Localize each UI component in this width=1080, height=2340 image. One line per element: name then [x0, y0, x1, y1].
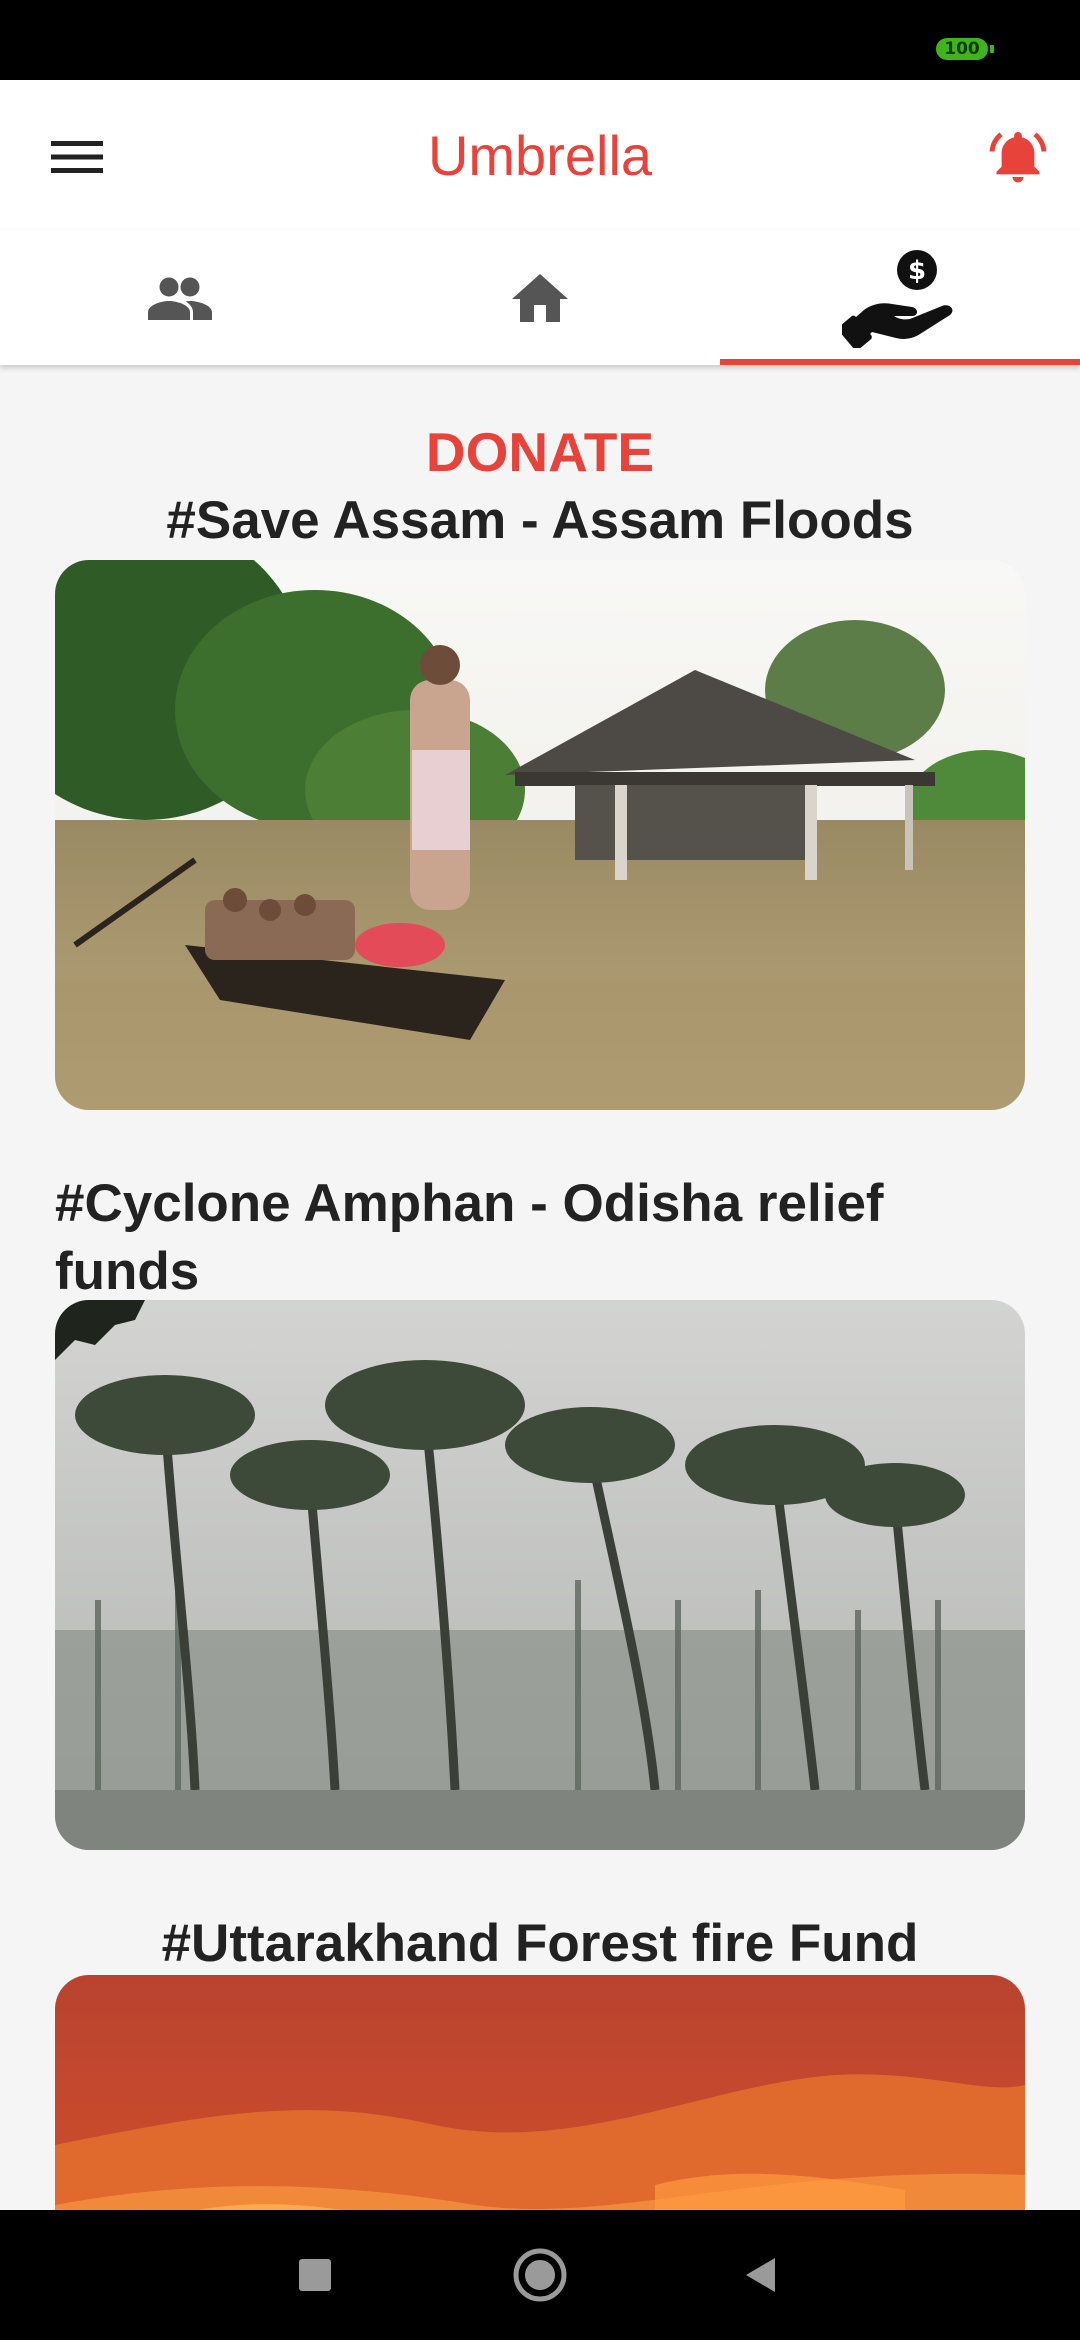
tab-people[interactable]	[0, 230, 360, 365]
fund-title[interactable]: #Uttarakhand Forest fire Fund	[0, 1910, 1080, 1978]
app-title: Umbrella	[427, 124, 653, 187]
page-heading: DONATE	[425, 421, 655, 483]
bell-alert-icon[interactable]	[978, 116, 1058, 196]
system-nav-bar	[0, 2210, 1080, 2340]
donate-feed[interactable]: DONATE #Save Assam - Assam Floods #Cyclo…	[0, 365, 1080, 2210]
fund-image[interactable]	[55, 560, 1025, 1110]
battery-indicator: 100	[936, 38, 994, 60]
svg-text:$: $	[908, 256, 926, 286]
triangle-back-icon[interactable]	[730, 2245, 790, 2305]
square-recents-icon[interactable]	[285, 2245, 345, 2305]
tab-donate[interactable]: $	[720, 230, 1080, 365]
fund-title[interactable]: #Cyclone Amphan - Odisha relief funds	[55, 1170, 995, 1306]
people-icon	[148, 277, 212, 320]
status-bar: 100	[0, 0, 1080, 80]
tab-bar: $	[0, 230, 1080, 365]
tab-home[interactable]	[360, 230, 720, 365]
home-icon	[512, 273, 568, 322]
fund-image[interactable]	[55, 1975, 1025, 2210]
circle-home-icon[interactable]	[510, 2245, 570, 2305]
donate-hand-icon: $	[842, 249, 953, 348]
fund-title[interactable]: #Save Assam - Assam Floods	[0, 487, 1080, 555]
app-bar: Umbrella	[0, 80, 1080, 230]
fund-image[interactable]	[55, 1300, 1025, 1850]
